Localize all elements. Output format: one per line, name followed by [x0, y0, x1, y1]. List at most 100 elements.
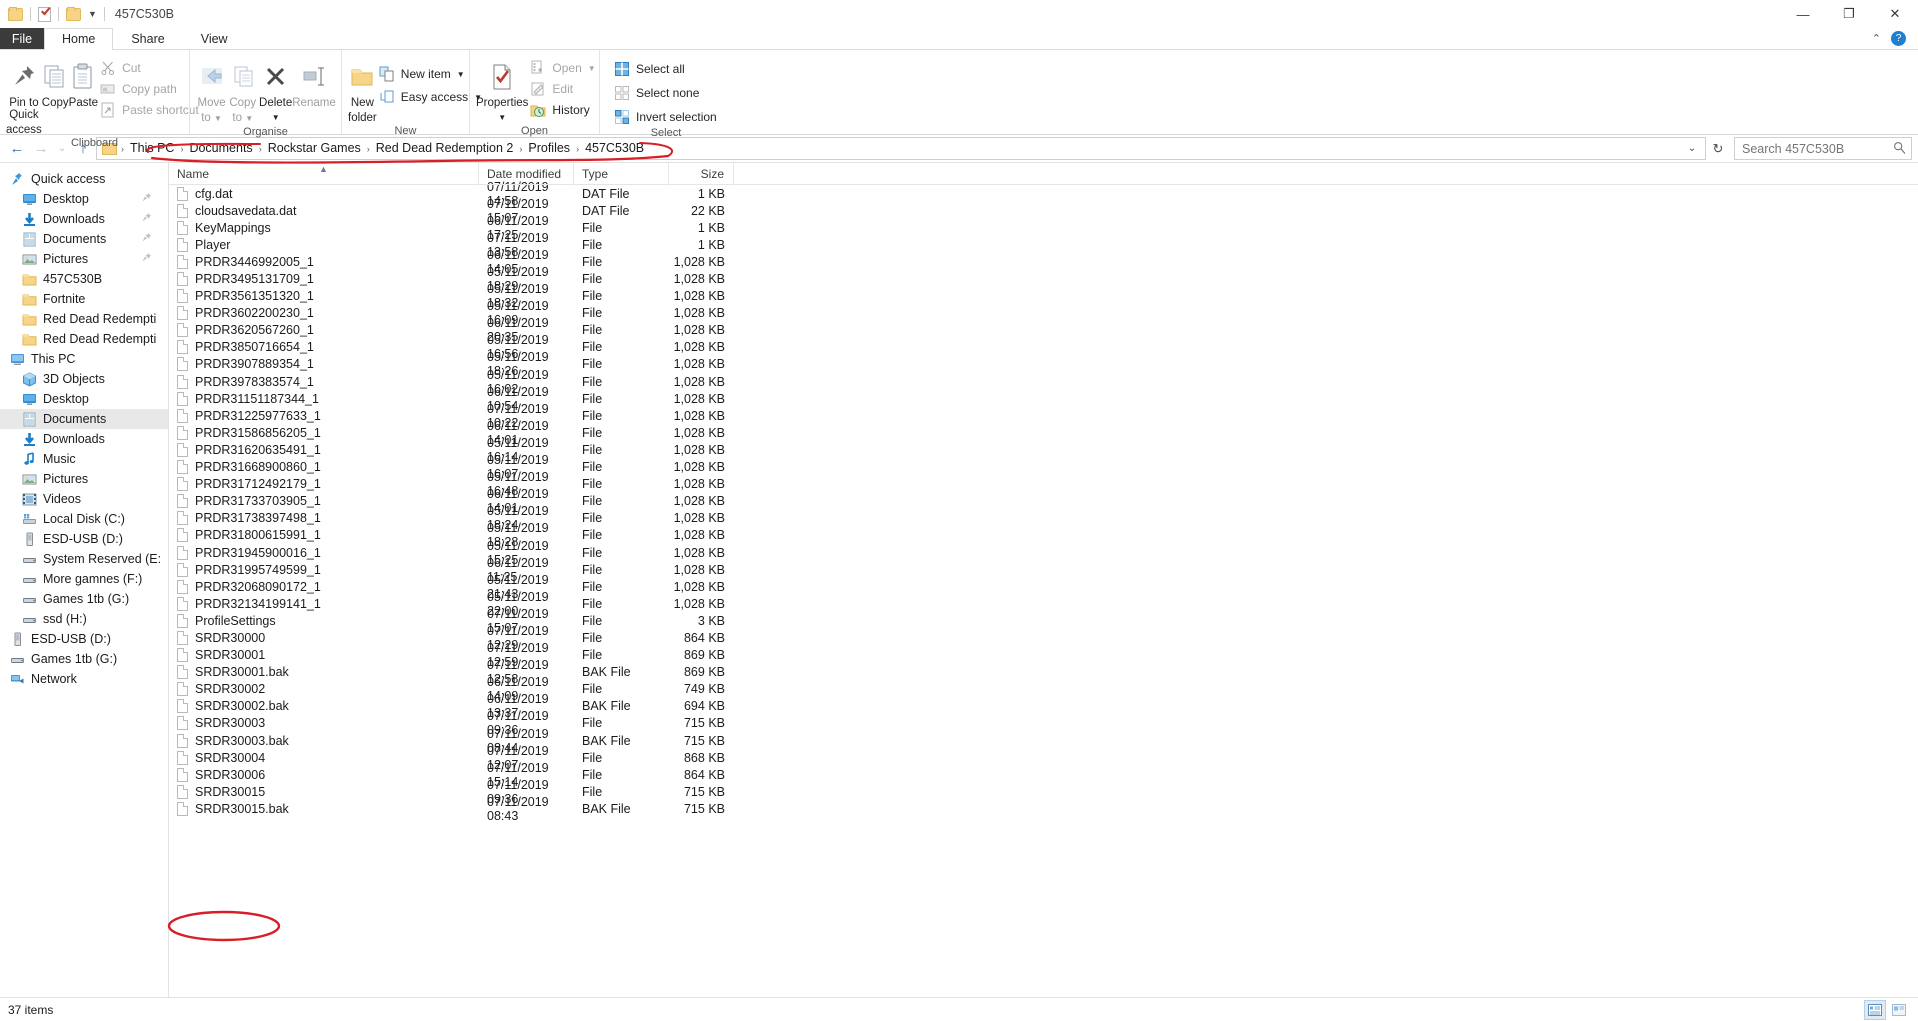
cut-button[interactable]: Cut: [98, 59, 204, 77]
close-button[interactable]: ✕: [1872, 0, 1918, 28]
new-folder-button[interactable]: New folder: [348, 55, 377, 124]
search-input[interactable]: [1740, 140, 1893, 157]
table-row[interactable]: SRDR30002 06/11/2019 14:09 File 749 KB: [169, 675, 1918, 703]
table-row[interactable]: ProfileSettings 07/11/2019 15:07 File 3 KB: [169, 607, 1918, 635]
table-row[interactable]: SRDR30002.bak 06/11/2019 13:37 BAK File 694…: [169, 692, 1918, 720]
search-icon[interactable]: [1893, 141, 1906, 157]
file-name-cell[interactable]: PRDR31738397498_1: [169, 511, 479, 526]
tab-home[interactable]: Home: [44, 28, 114, 50]
new-folder-icon[interactable]: [66, 6, 81, 21]
table-row[interactable]: SRDR30015 07/11/2019 09:36 File 715 KB: [169, 778, 1918, 806]
move-to-button[interactable]: Move to ▼: [196, 55, 227, 125]
table-row[interactable]: PRDR31733703905_1 06/11/2019 14:01 File 1,0…: [169, 487, 1918, 515]
file-name-cell[interactable]: Player: [169, 237, 479, 252]
file-name-cell[interactable]: ProfileSettings: [169, 613, 479, 628]
table-row[interactable]: SRDR30004 07/11/2019 12:07 File 868 KB: [169, 744, 1918, 772]
table-row[interactable]: SRDR30003.bak 07/11/2019 08:44 BAK File 715…: [169, 727, 1918, 755]
file-name-cell[interactable]: PRDR3495131709_1: [169, 272, 479, 287]
copy-button[interactable]: Copy: [42, 55, 69, 109]
table-row[interactable]: SRDR30001.bak 07/11/2019 12:58 BAK File 869…: [169, 658, 1918, 686]
file-rows[interactable]: cfg.dat 07/11/2019 14:58 DAT File 1 KB cloud…: [169, 180, 1918, 823]
sidebar-item-network[interactable]: Network: [0, 669, 168, 689]
table-row[interactable]: PRDR3850716654_1 05/11/2019 16:56 File 1,02…: [169, 333, 1918, 361]
sidebar-item-desktop[interactable]: Desktop: [0, 389, 168, 409]
sidebar-item-games-1tb-g[interactable]: Games 1tb (G:): [0, 649, 168, 669]
folder-icon[interactable]: [8, 6, 23, 21]
table-row[interactable]: PRDR3561351320_1 05/11/2019 18:32 File 1,02…: [169, 282, 1918, 310]
table-row[interactable]: cloudsavedata.dat 07/11/2019 15:07 DAT Fil…: [169, 197, 1918, 225]
table-row[interactable]: SRDR30001 07/11/2019 12:59 File 869 KB: [169, 641, 1918, 669]
table-row[interactable]: PRDR3978383574_1 05/11/2019 16:02 File 1,02…: [169, 368, 1918, 396]
table-row[interactable]: PRDR32068090172_1 05/11/2019 21:43 File 1,0…: [169, 573, 1918, 601]
search-box[interactable]: [1734, 137, 1912, 160]
file-name-cell[interactable]: PRDR31668900860_1: [169, 460, 479, 475]
sidebar-item-fortnite[interactable]: Fortnite: [0, 289, 168, 309]
maximize-button[interactable]: ❐: [1826, 0, 1872, 28]
table-row[interactable]: PRDR3446992005_1 06/11/2019 14:05 File 1,02…: [169, 248, 1918, 276]
large-icons-view-icon[interactable]: [1888, 1000, 1910, 1020]
chevron-down-icon[interactable]: ⌄: [1682, 143, 1702, 154]
table-row[interactable]: PRDR3620567260_1 06/11/2019 20:35 File 1,02…: [169, 316, 1918, 344]
rename-button[interactable]: Rename: [292, 55, 336, 109]
file-name-cell[interactable]: PRDR31712492179_1: [169, 477, 479, 492]
properties-button[interactable]: Properties ▼: [476, 55, 528, 124]
file-name-cell[interactable]: PRDR31620635491_1: [169, 442, 479, 457]
file-name-cell[interactable]: PRDR31800615991_1: [169, 528, 479, 543]
sidebar-item-esd-usb-d[interactable]: ESD-USB (D:): [0, 529, 168, 549]
file-name-cell[interactable]: PRDR32068090172_1: [169, 579, 479, 594]
table-row[interactable]: PRDR31586856205_1 06/11/2019 14:01 File 1,0…: [169, 419, 1918, 447]
sidebar-item-documents[interactable]: Documents: [0, 229, 168, 249]
help-icon[interactable]: ?: [1891, 31, 1906, 46]
file-name-cell[interactable]: SRDR30002.bak: [169, 699, 479, 714]
copy-path-button[interactable]: W.. Copy path: [98, 80, 204, 98]
sidebar-item-457c530b[interactable]: 457C530B: [0, 269, 168, 289]
table-row[interactable]: PRDR31668900860_1 05/11/2019 16:07 File 1,0…: [169, 453, 1918, 481]
chevron-down-icon[interactable]: ▼: [457, 70, 465, 79]
sidebar-item-documents[interactable]: Documents: [0, 409, 168, 429]
breadcrumb[interactable]: › This PC › Documents › Rockstar Games ›…: [96, 137, 1706, 160]
sidebar-item-downloads[interactable]: Downloads: [0, 209, 168, 229]
sidebar-item-ssd-h[interactable]: ssd (H:): [0, 609, 168, 629]
file-name-cell[interactable]: PRDR31995749599_1: [169, 562, 479, 577]
properties-icon[interactable]: [38, 6, 51, 22]
sidebar-item-music[interactable]: Music: [0, 449, 168, 469]
table-row[interactable]: PRDR31945900016_1 05/11/2019 15:25 File 1,0…: [169, 539, 1918, 567]
sidebar-item-more-gamnes-f[interactable]: More gamnes (F:): [0, 569, 168, 589]
breadcrumb-item-profiles[interactable]: Profiles: [523, 139, 575, 158]
file-name-cell[interactable]: PRDR3602200230_1: [169, 306, 479, 321]
file-name-cell[interactable]: SRDR30006: [169, 767, 479, 782]
pin-icon[interactable]: [141, 192, 152, 206]
file-name-cell[interactable]: PRDR31151187344_1: [169, 391, 479, 406]
file-name-cell[interactable]: PRDR3446992005_1: [169, 254, 479, 269]
breadcrumb-item-red-dead-redemption-2[interactable]: Red Dead Redemption 2: [371, 139, 519, 158]
file-name-cell[interactable]: SRDR30003: [169, 716, 479, 731]
file-name-cell[interactable]: SRDR30004: [169, 750, 479, 765]
sidebar-item-quick-access[interactable]: Quick access: [0, 169, 168, 189]
minimize-button[interactable]: —: [1780, 0, 1826, 28]
file-name-cell[interactable]: SRDR30002: [169, 682, 479, 697]
column-header-date-modified[interactable]: Date modified: [479, 163, 574, 185]
chevron-down-icon[interactable]: ▼: [88, 9, 97, 19]
table-row[interactable]: SRDR30003 07/11/2019 09:36 File 715 KB: [169, 709, 1918, 737]
file-name-cell[interactable]: SRDR30001: [169, 648, 479, 663]
file-list-pane[interactable]: ▲ Name Date modified Type Size cfg.dat 07…: [169, 163, 1918, 1016]
sidebar-item-3d-objects[interactable]: 3D Objects: [0, 369, 168, 389]
file-name-cell[interactable]: PRDR3907889354_1: [169, 357, 479, 372]
chevron-down-icon[interactable]: ▼: [588, 64, 596, 73]
table-row[interactable]: PRDR31712492179_1 05/11/2019 16:48 File 1,0…: [169, 470, 1918, 498]
select-none-button[interactable]: Select none: [612, 84, 722, 102]
table-row[interactable]: PRDR32134199141_1 05/11/2019 22:00 File 1,0…: [169, 590, 1918, 618]
paste-button[interactable]: Paste: [69, 55, 98, 109]
refresh-button[interactable]: ↻: [1708, 141, 1728, 157]
tab-share[interactable]: Share: [113, 28, 182, 49]
sidebar-item-red-dead-redempti[interactable]: Red Dead Redempti: [0, 329, 168, 349]
sidebar-item-red-dead-redempti[interactable]: Red Dead Redempti: [0, 309, 168, 329]
file-name-cell[interactable]: PRDR31225977633_1: [169, 408, 479, 423]
file-name-cell[interactable]: SRDR30003.bak: [169, 733, 479, 748]
table-row[interactable]: PRDR3495131709_1 05/11/2019 18:29 File 1,02…: [169, 265, 1918, 293]
table-row[interactable]: SRDR30006 07/11/2019 15:14 File 864 KB: [169, 761, 1918, 789]
pin-icon[interactable]: [141, 232, 152, 246]
file-name-cell[interactable]: SRDR30015: [169, 784, 479, 799]
file-name-cell[interactable]: SRDR30015.bak: [169, 801, 479, 816]
file-name-cell[interactable]: PRDR3561351320_1: [169, 289, 479, 304]
